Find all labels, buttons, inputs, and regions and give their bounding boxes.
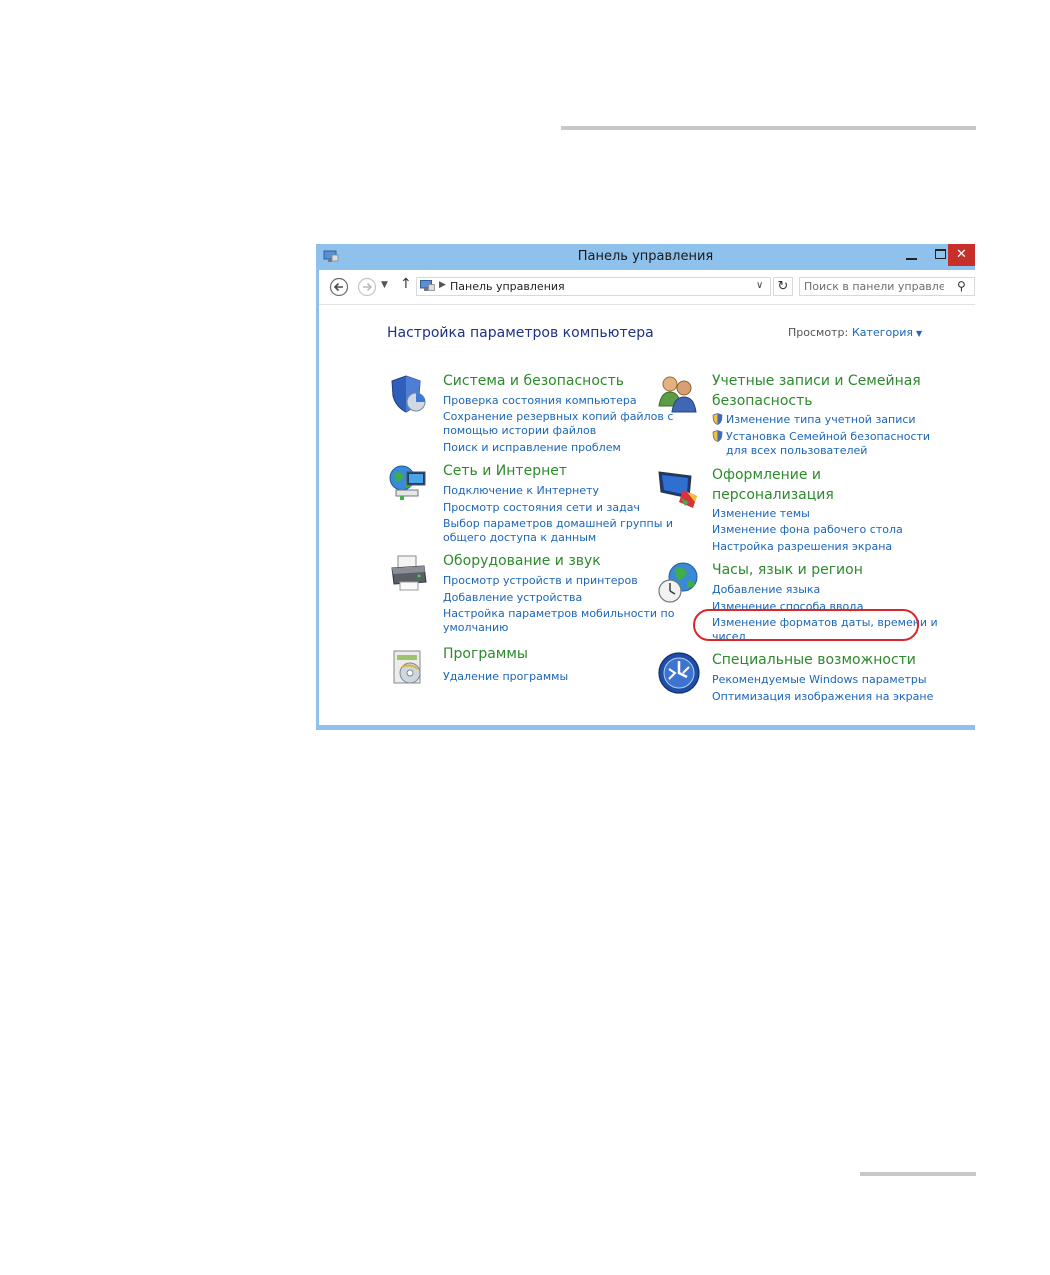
link-change-date-time-formats-cont[interactable]: чисел: [712, 630, 746, 644]
programs-icon[interactable]: [388, 645, 432, 689]
link-family-safety-cont[interactable]: для всех пользователей: [726, 444, 867, 458]
link-screen-resolution[interactable]: Настройка разрешения экрана: [712, 540, 892, 554]
control-panel-icon: [420, 280, 435, 291]
close-button[interactable]: ✕: [948, 244, 975, 266]
view-by-value[interactable]: Категория: [852, 326, 913, 339]
minimize-button[interactable]: [900, 244, 926, 266]
forward-arrow-icon[interactable]: [357, 277, 377, 297]
minimize-icon: [906, 258, 917, 260]
link-change-account-type[interactable]: Изменение типа учетной записи: [712, 413, 916, 427]
breadcrumb-separator-icon[interactable]: ▶: [439, 280, 446, 290]
category-title[interactable]: Часы, язык и регион: [712, 561, 863, 580]
address-chevron-down-icon[interactable]: ∨: [756, 280, 763, 291]
ease-of-access-icon[interactable]: [657, 651, 701, 695]
uac-shield-icon: [712, 430, 723, 442]
link-mobility-settings[interactable]: Настройка параметров мобильности по: [443, 607, 674, 621]
link-file-history-backup-cont[interactable]: помощью истории файлов: [443, 424, 596, 438]
refresh-button[interactable]: ↻: [773, 277, 793, 296]
category-title[interactable]: Специальные возможности: [712, 651, 916, 670]
breadcrumb-current[interactable]: Панель управления: [450, 280, 565, 293]
link-desktop-background[interactable]: Изменение фона рабочего стола: [712, 523, 903, 537]
category-title[interactable]: Сеть и Интернет: [443, 462, 567, 481]
link-homegroup-options[interactable]: Выбор параметров домашней группы и: [443, 517, 673, 531]
link-change-date-time-formats[interactable]: Изменение форматов даты, времени и: [712, 616, 938, 630]
page-title: Настройка параметров компьютера: [387, 325, 654, 341]
search-icon[interactable]: ⚲: [957, 279, 966, 293]
security-shield-icon[interactable]: [388, 372, 432, 416]
link-file-history-backup[interactable]: Сохранение резервных копий файлов с: [443, 410, 673, 424]
link-homegroup-options-cont[interactable]: общего доступа к данным: [443, 531, 596, 545]
link-connect-internet[interactable]: Подключение к Интернету: [443, 484, 599, 498]
category-title-cont[interactable]: безопасность: [712, 392, 813, 411]
search-input[interactable]: [804, 279, 944, 294]
link-troubleshoot[interactable]: Поиск и исправление проблем: [443, 441, 621, 455]
category-title[interactable]: Оформление и: [712, 466, 821, 485]
printer-icon[interactable]: [388, 552, 432, 596]
link-family-safety[interactable]: Установка Семейной безопасности: [712, 430, 930, 444]
category-title-cont[interactable]: персонализация: [712, 486, 834, 505]
maximize-icon: [935, 249, 946, 259]
link-mobility-settings-cont[interactable]: умолчанию: [443, 621, 508, 635]
link-network-status[interactable]: Просмотр состояния сети и задач: [443, 501, 640, 515]
link-optimize-visual-display[interactable]: Оптимизация изображения на экране: [712, 690, 933, 704]
recent-pages-chevron-icon[interactable]: ▼: [381, 280, 388, 290]
view-by-dropdown[interactable]: Категория ▼: [852, 326, 922, 339]
category-title[interactable]: Оборудование и звук: [443, 552, 601, 571]
network-globe-icon[interactable]: [388, 462, 432, 506]
content-area: Настройка параметров компьютера Просмотр…: [319, 305, 975, 725]
link-check-computer-status[interactable]: Проверка состояния компьютера: [443, 394, 637, 408]
link-text[interactable]: Установка Семейной безопасности: [726, 430, 930, 443]
chevron-down-icon[interactable]: ▼: [916, 329, 922, 338]
page-rule-bottom: [860, 1172, 976, 1176]
refresh-icon: ↻: [777, 279, 789, 294]
link-recommended-settings[interactable]: Рекомендуемые Windows параметры: [712, 673, 927, 687]
category-title[interactable]: Система и безопасность: [443, 372, 624, 391]
link-add-language[interactable]: Добавление языка: [712, 583, 820, 597]
user-accounts-icon[interactable]: [657, 372, 701, 416]
link-add-device[interactable]: Добавление устройства: [443, 591, 582, 605]
category-title[interactable]: Программы: [443, 645, 528, 664]
category-title[interactable]: Учетные записи и Семейная: [712, 372, 921, 391]
up-arrow-icon[interactable]: ↑: [400, 276, 412, 292]
link-text[interactable]: Изменение типа учетной записи: [726, 413, 916, 426]
uac-shield-icon: [712, 413, 723, 425]
navigation-bar: ▼ ↑ ▶ Панель управления ∨ ↻ ⚲: [319, 270, 975, 305]
link-change-theme[interactable]: Изменение темы: [712, 507, 810, 521]
personalization-monitor-icon[interactable]: [657, 466, 701, 510]
link-devices-printers[interactable]: Просмотр устройств и принтеров: [443, 574, 638, 588]
link-change-input-method[interactable]: Изменение способа ввода: [712, 600, 864, 614]
window-title: Панель управления: [577, 249, 714, 264]
address-field[interactable]: ▶ Панель управления ∨: [416, 277, 771, 296]
search-field[interactable]: ⚲: [799, 277, 975, 296]
clock-globe-icon[interactable]: [657, 561, 701, 605]
view-by-label: Просмотр:: [788, 326, 849, 339]
page-rule-top: [561, 126, 976, 130]
control-panel-window: Панель управления ✕ ▼ ↑ ▶ Панель управле…: [316, 244, 975, 730]
title-bar[interactable]: Панель управления ✕: [316, 244, 975, 270]
link-uninstall-program[interactable]: Удаление программы: [443, 670, 568, 684]
back-arrow-icon[interactable]: [329, 277, 349, 297]
